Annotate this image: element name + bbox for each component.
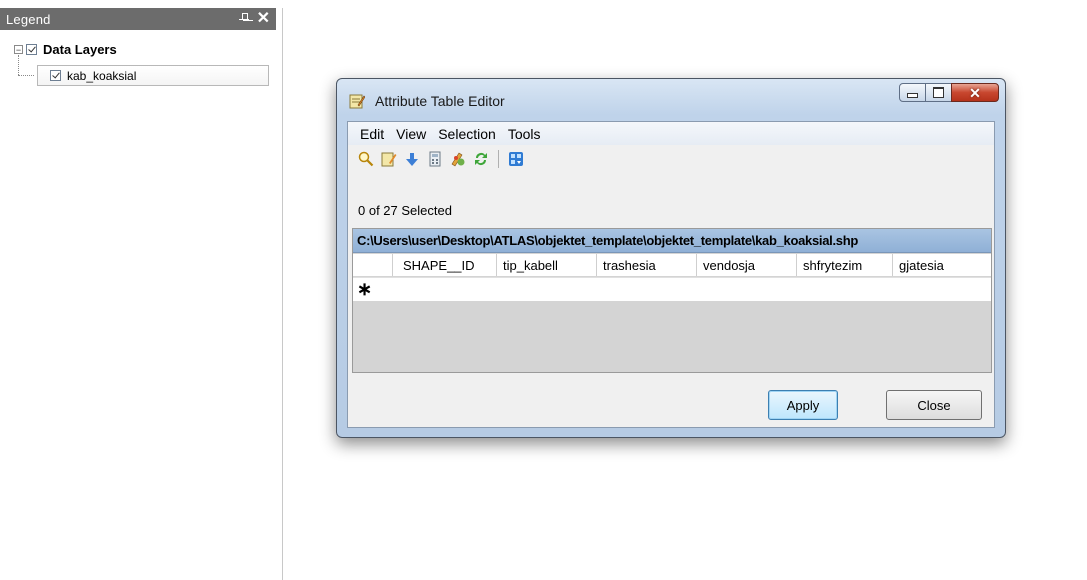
legend-title: Legend bbox=[6, 11, 51, 27]
tree-connector bbox=[18, 55, 20, 75]
minimize-icon bbox=[907, 93, 918, 98]
pin-icon[interactable] bbox=[238, 13, 249, 25]
layer-label: kab_koaksial bbox=[67, 68, 137, 83]
attribute-grid: C:\Users\user\Desktop\ATLAS\objektet_tem… bbox=[352, 228, 992, 373]
maximize-icon bbox=[933, 87, 944, 98]
column-header-row: SHAPE__ID tip_kabell trashesia vendosja … bbox=[353, 254, 991, 276]
refresh-icon[interactable] bbox=[471, 149, 491, 169]
layer-checkbox[interactable] bbox=[50, 70, 61, 81]
new-row[interactable]: ∗ bbox=[353, 277, 991, 301]
panel-divider[interactable] bbox=[282, 8, 283, 580]
column-header[interactable]: gjatesia bbox=[893, 254, 991, 276]
column-header[interactable]: shfrytezim bbox=[797, 254, 893, 276]
column-header[interactable]: vendosja bbox=[697, 254, 797, 276]
table-path-caption: C:\Users\user\Desktop\ATLAS\objektet_tem… bbox=[353, 229, 991, 253]
close-icon: ✕ bbox=[969, 84, 981, 101]
column-header[interactable]: tip_kabell bbox=[497, 254, 597, 276]
close-button[interactable]: Close bbox=[886, 390, 982, 420]
down-arrow-icon[interactable] bbox=[402, 149, 422, 169]
field-icon[interactable] bbox=[448, 149, 468, 169]
tree-connector bbox=[18, 75, 34, 77]
toolbar bbox=[348, 146, 994, 172]
dialog-title: Attribute Table Editor bbox=[375, 93, 505, 109]
menubar: Edit View Selection Tools bbox=[348, 122, 994, 145]
toolbar-separator bbox=[498, 150, 499, 168]
layer-tree: − Data Layers bbox=[14, 40, 117, 58]
attribute-table-dialog: Attribute Table Editor ✕ Edit View Selec… bbox=[336, 78, 1006, 438]
layer-item[interactable]: kab_koaksial bbox=[37, 65, 269, 86]
close-window-button[interactable]: ✕ bbox=[951, 83, 999, 102]
dialog-client: Edit View Selection Tools 0 of 27 Select… bbox=[347, 121, 995, 428]
collapse-icon[interactable]: − bbox=[14, 44, 23, 54]
maximize-button[interactable] bbox=[925, 83, 952, 102]
minimize-button[interactable] bbox=[899, 83, 926, 102]
export-icon[interactable] bbox=[506, 149, 526, 169]
column-header[interactable]: trashesia bbox=[597, 254, 697, 276]
legend-panel: Legend ✕ − Data Layers kab_koaksial bbox=[0, 0, 280, 580]
selection-status: 0 of 27 Selected bbox=[358, 203, 452, 218]
root-checkbox[interactable] bbox=[26, 43, 37, 55]
menu-view[interactable]: View bbox=[390, 126, 432, 142]
legend-header: Legend ✕ bbox=[0, 8, 276, 30]
close-icon[interactable]: ✕ bbox=[257, 11, 270, 27]
menu-selection[interactable]: Selection bbox=[432, 126, 502, 142]
menu-edit[interactable]: Edit bbox=[354, 126, 390, 142]
tree-root-label: Data Layers bbox=[43, 41, 117, 57]
new-row-marker: ∗ bbox=[357, 279, 373, 299]
calculator-icon[interactable] bbox=[425, 149, 445, 169]
column-header[interactable]: SHAPE__ID bbox=[393, 254, 497, 276]
edit-icon[interactable] bbox=[379, 149, 399, 169]
dialog-titlebar[interactable]: Attribute Table Editor ✕ bbox=[337, 79, 1005, 119]
zoom-icon[interactable] bbox=[356, 149, 376, 169]
row-header-corner[interactable] bbox=[353, 254, 393, 276]
apply-button[interactable]: Apply bbox=[768, 390, 838, 420]
menu-tools[interactable]: Tools bbox=[502, 126, 547, 142]
edit-table-icon bbox=[349, 94, 365, 109]
tree-root[interactable]: − Data Layers bbox=[14, 40, 117, 58]
